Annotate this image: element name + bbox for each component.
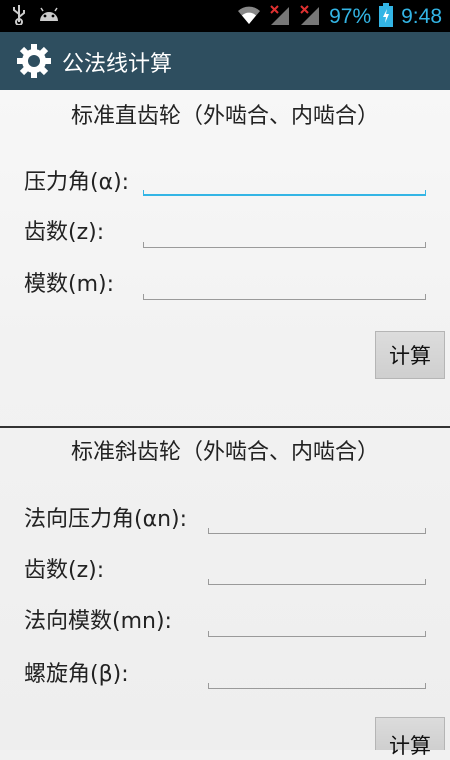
pressure-angle-label: 压力角(α): — [24, 170, 130, 195]
teeth-label: 齿数(z): — [24, 220, 105, 245]
helical-teeth-input[interactable] — [208, 559, 426, 585]
teeth-input[interactable] — [143, 222, 426, 248]
wifi-icon — [237, 5, 261, 29]
helical-gear-section-title: 标准斜齿轮（外啮合、内啮合） — [70, 440, 379, 465]
helix-angle-label: 螺旋角(β): — [24, 662, 129, 687]
normal-pressure-angle-label: 法向压力角(αn): — [24, 507, 188, 532]
status-time: 9:48 — [401, 5, 442, 28]
status-bar: 97% 9:48 — [0, 0, 450, 32]
pressure-angle-input[interactable] — [143, 170, 426, 196]
battery-icon — [379, 3, 394, 31]
battery-percent: 97% — [329, 5, 372, 28]
section-divider — [0, 426, 450, 428]
usb-icon — [12, 5, 26, 29]
helix-angle-input[interactable] — [208, 663, 426, 689]
module-input[interactable] — [143, 274, 426, 300]
spur-calculate-button[interactable]: 计算 — [375, 331, 445, 379]
android-icon — [38, 7, 60, 27]
gear-icon[interactable] — [16, 43, 52, 79]
helical-teeth-label: 齿数(z): — [24, 558, 105, 583]
normal-module-label: 法向模数(mn): — [24, 609, 172, 634]
module-label: 模数(m): — [24, 272, 115, 297]
main-content: 标准直齿轮（外啮合、内啮合） 压力角(α): 齿数(z): 模数(m): 计算 … — [0, 90, 450, 758]
app-title: 公法线计算 — [62, 52, 173, 77]
signal-icon — [299, 4, 321, 30]
spur-gear-section-title: 标准直齿轮（外啮合、内啮合） — [70, 104, 379, 129]
app-bar: 公法线计算 — [0, 32, 450, 90]
signal-icon — [269, 4, 291, 30]
helical-calculate-button[interactable]: 计算 — [375, 717, 445, 758]
normal-module-input[interactable] — [208, 611, 426, 637]
normal-pressure-angle-input[interactable] — [208, 508, 426, 534]
